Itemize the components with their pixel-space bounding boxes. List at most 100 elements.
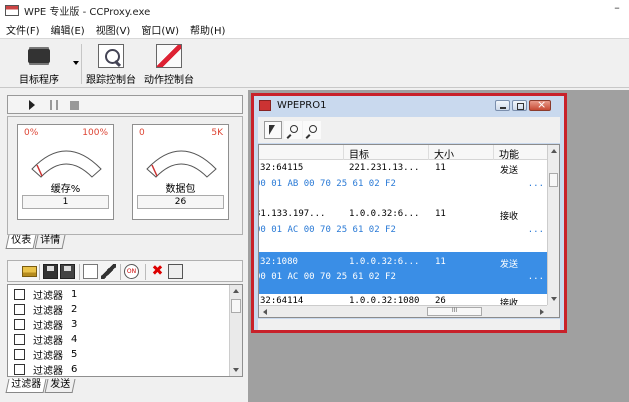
scroll-right-icon[interactable] — [540, 309, 544, 315]
wpe-close-button[interactable] — [529, 98, 551, 111]
packet-source: 32:1080 — [260, 257, 298, 267]
column-function[interactable]: 功能 — [499, 146, 519, 161]
zoom-in-button[interactable] — [284, 121, 302, 139]
packet-list-header: 目标 大小 功能 — [259, 145, 548, 161]
zoom-out-button[interactable] — [303, 121, 321, 139]
trace-console-label: 跟踪控制台 — [86, 75, 136, 86]
chip-icon — [28, 49, 50, 63]
select-tool-button[interactable] — [264, 121, 282, 139]
tab-details[interactable]: 详情 — [34, 235, 66, 249]
left-panel: 0% 100% 缓存% 1 0 5K 数据包 26 仪表 详情 ON ✖ 过滤器… — [3, 90, 245, 402]
list-item[interactable]: 过滤器 1 — [14, 287, 77, 302]
gauge-tabs: 仪表 详情 — [5, 235, 66, 249]
window-title: WPE 专业版 - CCProxy.exe — [24, 7, 151, 18]
on-toggle-icon[interactable]: ON — [124, 264, 139, 279]
action-console-button[interactable]: 动作控制台 — [141, 43, 197, 86]
wpe-maximize-button[interactable] — [512, 100, 527, 111]
tab-send[interactable]: 发送 — [44, 379, 76, 393]
filter-checkbox[interactable] — [14, 349, 25, 360]
target-program-label: 目标程序 — [19, 75, 59, 86]
filter-checkbox[interactable] — [14, 364, 25, 375]
gauge-max: 100% — [82, 128, 108, 138]
menu-window[interactable]: 窗口(W) — [141, 22, 179, 37]
save-as-icon[interactable] — [60, 264, 75, 279]
table-row[interactable]: 32:64115 221.231.13... 11 发送 00 01 AB 00… — [259, 161, 548, 195]
pen-icon[interactable] — [101, 264, 116, 279]
scroll-up-icon[interactable] — [551, 149, 557, 153]
packet-target: 1.0.0.32:6... — [349, 209, 420, 219]
main-window: WPE 专业版 - CCProxy.exe – 文件(F) 编辑(E) 视图(V… — [0, 0, 629, 402]
menu-edit[interactable]: 编辑(E) — [51, 22, 85, 37]
packet-list-hscrollbar[interactable]: III — [259, 305, 548, 317]
packet-hex: 00 01 AC 00 70 25 61 02 F2 — [258, 272, 396, 282]
wpe-minimize-button[interactable] — [495, 100, 510, 111]
open-folder-icon[interactable] — [22, 266, 37, 277]
filter-list-scrollbar[interactable] — [229, 285, 242, 376]
gauge-label: 缓存% — [50, 184, 81, 195]
chevron-down-icon[interactable] — [73, 61, 79, 65]
menu-view[interactable]: 视图(V) — [96, 22, 131, 37]
packet-source: 31.133.197... — [258, 209, 326, 219]
table-row-selected[interactable]: 32:1080 1.0.0.32:6... 11 发送 00 01 AC 00 … — [259, 252, 548, 294]
scroll-corner — [547, 305, 559, 317]
app-icon — [5, 5, 19, 16]
scroll-up-icon[interactable] — [233, 289, 239, 293]
filter-checkbox[interactable] — [14, 289, 25, 300]
target-program-button[interactable]: 目标程序 — [14, 43, 64, 86]
pause-icon[interactable] — [50, 100, 58, 110]
scroll-thumb[interactable] — [549, 173, 558, 187]
table-row[interactable]: 31.133.197... 1.0.0.32:6... 11 接收 00 01 … — [259, 207, 548, 241]
packet-source: 32:64115 — [260, 163, 304, 173]
filter-tabs: 过滤器 发送 — [5, 379, 76, 393]
scroll-thumb[interactable] — [231, 299, 241, 313]
scroll-thumb[interactable]: III — [427, 307, 482, 316]
toolbar-divider — [145, 264, 146, 280]
filter-toolbar: ON ✖ — [7, 260, 243, 282]
list-item[interactable]: 过滤器 4 — [14, 332, 77, 347]
gauge-label: 数据包 — [165, 184, 196, 195]
scroll-down-icon[interactable] — [551, 297, 557, 301]
trace-console-button[interactable]: 跟踪控制台 — [84, 43, 138, 86]
packet-target: 221.231.13... — [349, 163, 420, 173]
scroll-down-icon[interactable] — [233, 368, 239, 372]
list-item[interactable]: 过滤器 6 — [14, 362, 77, 376]
buffer-gauge: 0% 100% 缓存% 1 — [17, 124, 114, 220]
edit-icon[interactable] — [83, 264, 98, 279]
stop-icon[interactable] — [70, 101, 79, 110]
delete-icon[interactable]: ✖ — [150, 264, 165, 279]
save-icon[interactable] — [43, 264, 58, 279]
minimize-button[interactable]: – — [609, 2, 625, 16]
scroll-left-icon[interactable] — [263, 309, 267, 315]
filter-checkbox[interactable] — [14, 334, 25, 345]
column-target[interactable]: 目标 — [349, 146, 369, 161]
filter-checkbox[interactable] — [14, 304, 25, 315]
toolbar-divider — [120, 264, 121, 280]
column-size[interactable]: 大小 — [434, 146, 454, 161]
packet-more: ... — [527, 225, 544, 235]
gauge-value: 26 — [137, 195, 224, 209]
packet-list-vscrollbar[interactable] — [547, 145, 559, 305]
packet-size: 11 — [435, 257, 446, 267]
wpe-capture-window: WPEPRO1 目标 大小 功能 — [251, 93, 567, 333]
menu-bar: 文件(F) 编辑(E) 视图(V) 窗口(W) 帮助(H) — [0, 21, 629, 39]
filter-checkbox[interactable] — [14, 319, 25, 330]
wpe-window-title: WPEPRO1 — [277, 100, 327, 111]
list-item[interactable]: 过滤器 2 — [14, 302, 77, 317]
packet-list: 目标 大小 功能 32:64115 221.231.13... 11 发送 00… — [258, 144, 560, 318]
packet-function: 发送 — [500, 166, 519, 176]
trash-icon[interactable] — [168, 264, 183, 279]
list-item[interactable]: 过滤器 5 — [14, 347, 77, 362]
menu-file[interactable]: 文件(F) — [6, 22, 40, 37]
toolbar-divider — [39, 264, 40, 280]
menu-help[interactable]: 帮助(H) — [190, 22, 225, 37]
tab-gauges[interactable]: 仪表 — [5, 235, 37, 249]
play-icon[interactable] — [29, 100, 35, 110]
pen-paper-icon — [156, 44, 182, 68]
tab-filters[interactable]: 过滤器 — [5, 379, 47, 393]
packet-hex: 00 01 AB 00 70 25 61 02 F2 — [258, 179, 396, 189]
zoom-out-icon — [309, 125, 317, 133]
list-item[interactable]: 过滤器 3 — [14, 317, 77, 332]
title-bar: WPE 专业版 - CCProxy.exe – — [0, 0, 629, 21]
packet-size: 11 — [435, 163, 446, 173]
zoom-in-icon — [290, 125, 298, 133]
